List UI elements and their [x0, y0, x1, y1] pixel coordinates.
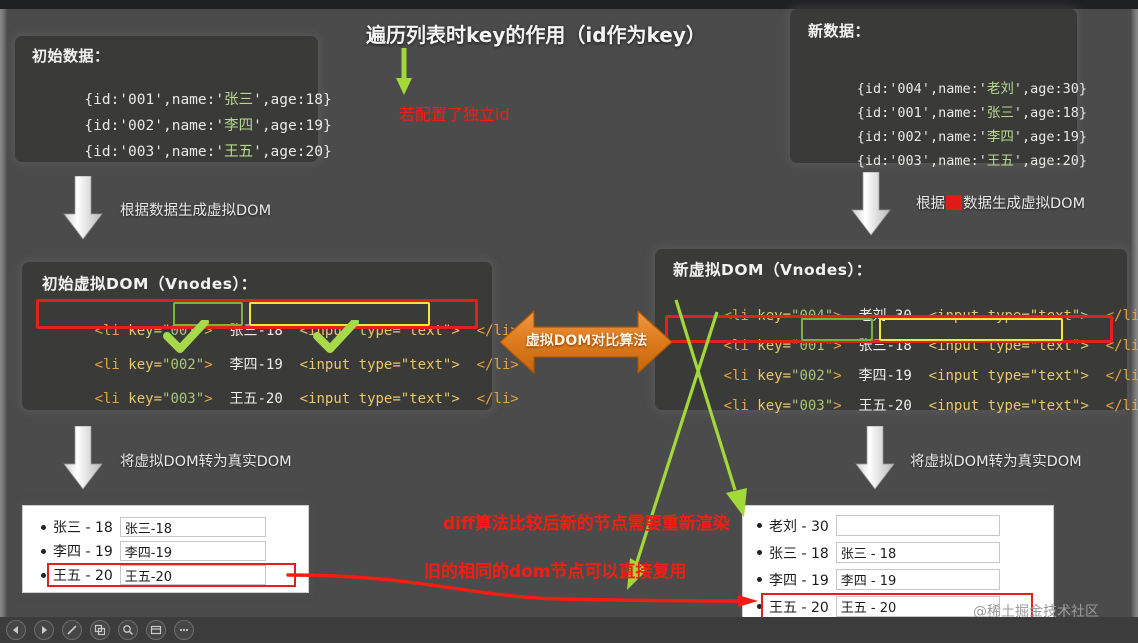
bullet-icon [757, 577, 762, 582]
screenshot-root: 遍历列表时key的作用（id作为key） 初始数据： {id:'001',nam… [0, 0, 1138, 643]
down-arrow-icon [851, 172, 891, 236]
step-label-generate-vdom-right: 根据 数据生成虚拟DOM [916, 195, 1086, 212]
annotation-independent-id: 若配置了独立id [399, 105, 510, 124]
new-data-heading: 新数据： [808, 22, 871, 40]
annotation-diff-rerender: diff算法比较后新的节点需要重新渲染 [443, 514, 730, 534]
bullet-icon [41, 524, 46, 530]
old-real-dom-panel: 张三 - 18 张三-18 李四 - 19 李四-19 王五 - 20 王五-2… [22, 505, 309, 593]
annotation-reuse-dom: 旧的相同的dom节点可以直接复用 [424, 562, 687, 582]
checkmark-icon [163, 320, 209, 353]
list-item: 张三 - 18 张三-18 [41, 517, 266, 537]
bottom-toolbar [0, 617, 1138, 643]
text-input[interactable] [835, 515, 1000, 536]
bullet-icon [41, 572, 46, 578]
redacted-block [946, 195, 962, 210]
checkmark-icon [313, 320, 359, 353]
step-label-generate-vdom-left: 根据数据生成虚拟DOM [120, 203, 272, 219]
initial-data-row: {id:'003',name:'王五',age:20} [84, 144, 332, 160]
triangle-left-icon [13, 626, 18, 634]
bullet-icon [41, 548, 46, 554]
next-button[interactable] [34, 620, 54, 640]
list-item: 老刘 - 30 [757, 515, 1000, 536]
step-label-to-real-dom-right: 将虚拟DOM转为真实DOM [910, 454, 1082, 470]
magnifier-icon [123, 625, 134, 636]
old-vdom-heading: 初始虚拟DOM（Vnodes）： [42, 275, 257, 293]
list-item: 李四 - 19 李四 - 19 [757, 569, 1000, 590]
initial-data-heading: 初始数据： [32, 47, 110, 65]
compare-arrow-label: 虚拟DOM对比算法 [525, 333, 648, 349]
text-input[interactable]: 李四-19 [119, 541, 266, 561]
copy-icon [94, 624, 106, 636]
bullet-icon [757, 523, 762, 528]
zoom-button[interactable] [118, 620, 138, 640]
list-item-label: 李四 - 19 [53, 544, 113, 560]
new-vdom-input-highlight [879, 318, 1063, 341]
text-input[interactable]: 张三-18 [119, 517, 266, 537]
bullet-icon [757, 550, 762, 555]
list-item-label: 张三 - 18 [769, 545, 829, 562]
window-button[interactable] [146, 620, 166, 640]
list-item: 张三 - 18 张三 - 18 [757, 542, 1000, 563]
new-vdom-text-highlight [801, 318, 873, 341]
list-item: 李四 - 19 李四-19 [41, 541, 266, 561]
copy-button[interactable] [90, 620, 110, 640]
left-edge [0, 9, 7, 617]
vdom-row: <li key="003"> 王五-20 <input type="text">… [723, 398, 1138, 414]
down-arrow-icon [63, 426, 103, 490]
list-item-label: 张三 - 18 [53, 520, 113, 536]
new-data-row: {id:'003',name:'王五',age:20} [856, 153, 1088, 169]
vdom-row: <li key="003"> 王五-20 <input type="text">… [94, 391, 519, 407]
pen-button[interactable] [62, 620, 82, 640]
list-item-label: 老刘 - 30 [769, 518, 829, 535]
more-button[interactable] [174, 620, 194, 640]
ellipsis-icon [179, 628, 189, 632]
down-arrow-icon [63, 176, 103, 240]
list-item-label: 李四 - 19 [769, 572, 829, 589]
triangle-right-icon [42, 626, 47, 634]
down-arrow-icon [855, 426, 895, 490]
initial-data-panel: 初始数据： {id:'001',name:'张三',age:18} {id:'0… [15, 36, 332, 162]
window-icon [150, 625, 162, 635]
old-vdom-panel: 初始虚拟DOM（Vnodes）： <li key="001"> 张三-18 <i… [22, 262, 519, 410]
pen-icon [67, 625, 77, 635]
new-vdom-panel: 新虚拟DOM（Vnodes）： <li key="004"> 老刘-30 <in… [655, 249, 1138, 414]
old-real-dom-row-highlight [47, 563, 296, 587]
step-label-to-real-dom-left: 将虚拟DOM转为真实DOM [120, 454, 292, 470]
top-strip [0, 0, 1138, 9]
text-input[interactable]: 李四 - 19 [835, 569, 1000, 590]
text-input[interactable]: 张三 - 18 [835, 542, 1000, 563]
new-vdom-heading: 新虚拟DOM（Vnodes）： [673, 261, 872, 279]
new-data-panel: 新数据： {id:'004',name:'老刘',age:30} {id:'00… [790, 9, 1087, 169]
prev-button[interactable] [6, 620, 26, 640]
page-title: 遍历列表时key的作用（id作为key） [366, 23, 706, 47]
